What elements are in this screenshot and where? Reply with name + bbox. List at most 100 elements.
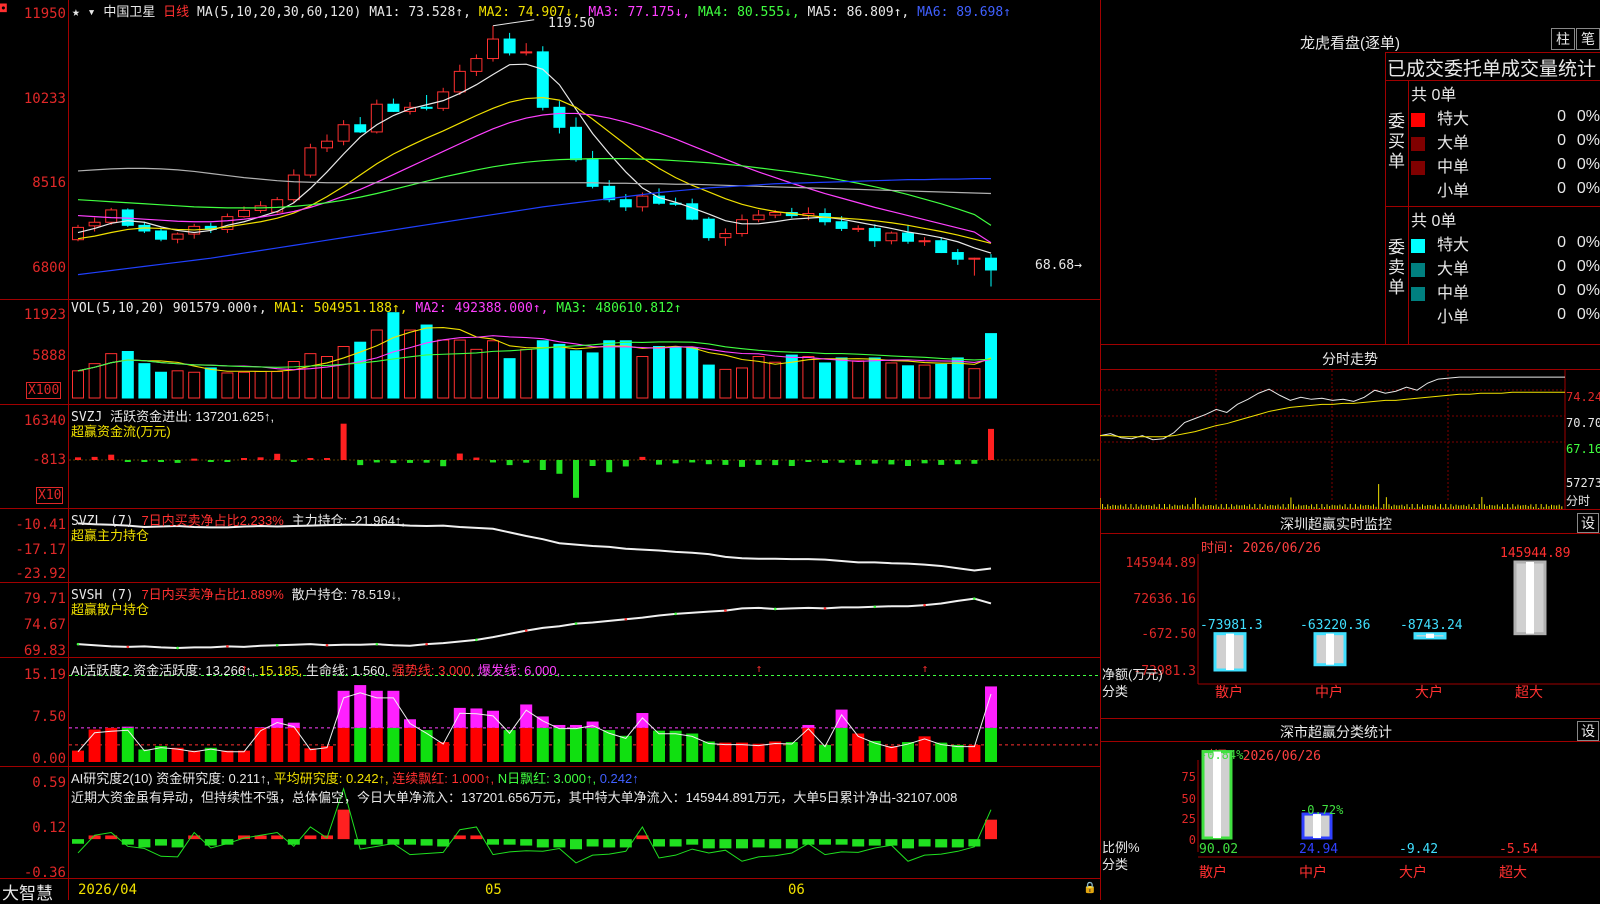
flow-bar: [357, 460, 364, 466]
monitor-chart-svg[interactable]: 145944.8972636.16-672.50-73981.3-73981.3…: [1100, 534, 1600, 718]
sanhu-dot: [226, 645, 229, 648]
period-label[interactable]: 日线: [163, 4, 189, 19]
candle-body: [968, 257, 981, 260]
flow-unit-badge[interactable]: X10: [36, 487, 64, 504]
intraday-chart-svg[interactable]: [1100, 370, 1600, 509]
dropdown-icon[interactable]: ▾: [88, 5, 96, 20]
candle-body: [553, 106, 566, 128]
sell-row-count: 0: [1557, 306, 1566, 323]
volume-bar: [238, 371, 250, 399]
flow-bar: [407, 460, 413, 463]
monitor-settings-button[interactable]: 设: [1577, 513, 1599, 533]
candle-body: [155, 230, 167, 240]
research-label: AI研究度2(10): [71, 771, 153, 786]
active-label: AI活跃度2: [71, 663, 130, 678]
volume-bar: [337, 345, 350, 399]
flow-bar: [556, 460, 563, 474]
sell-row-pct: 0%: [1576, 282, 1600, 299]
volume-bar: [437, 339, 450, 399]
monitor-axis-label: 145944.89: [1126, 556, 1196, 571]
svzl-value: 主力持仓: -21.964↑,: [291, 513, 406, 528]
stock-name: 中国卫星: [103, 4, 156, 19]
volume-bar: [221, 372, 234, 399]
stat-axis-label: 25: [1182, 812, 1196, 826]
flow-bar: [921, 460, 928, 464]
active-bar: [221, 750, 234, 762]
volume-bar: [404, 329, 416, 399]
active-bar: [437, 742, 450, 762]
volume-bar: [619, 340, 632, 399]
active-arrow-icon: ↑: [756, 662, 763, 675]
monitor-bar-highlight: [1326, 633, 1334, 665]
active-bar: [752, 743, 765, 762]
volume-bar: [835, 357, 848, 399]
price-axis-label: 8516: [32, 175, 66, 191]
monitor-category-label: 散户: [1215, 684, 1243, 700]
monitor-bar-highlight: [1426, 633, 1434, 638]
active-bar: [138, 749, 151, 762]
active-bar: [536, 727, 549, 762]
stat-settings-button[interactable]: 设: [1577, 721, 1599, 741]
flow-bar: [822, 460, 828, 463]
research-bar: [370, 839, 383, 845]
buy-row: 大单 0 0%: [1411, 129, 1600, 153]
active-burst-bar: [470, 708, 483, 728]
active-bar: [354, 727, 367, 762]
candle-body: [902, 232, 914, 242]
flow-bar: [158, 460, 164, 462]
volume-bar: [752, 356, 765, 399]
buy-row-name: 中单: [1437, 159, 1470, 176]
sanhu-dot: [674, 612, 677, 616]
volume-bar: [968, 368, 981, 399]
svsh-subtitle: 超赢散户持仓: [71, 602, 150, 617]
active-bar: [271, 727, 284, 762]
volume-bar: [204, 367, 217, 399]
volume-bar: [121, 351, 134, 399]
active-bar: [669, 730, 682, 762]
vol-unit-badge[interactable]: X100: [26, 382, 62, 399]
monitor-axis-label: -672.50: [1141, 627, 1196, 642]
candle-body: [271, 199, 284, 213]
tick-mode-button[interactable]: 笔: [1576, 28, 1600, 50]
candle-body: [304, 147, 317, 176]
flow-bar: [954, 460, 961, 465]
flow-bar: [755, 460, 762, 465]
active-bar: [254, 727, 267, 762]
volume-bar: [370, 329, 383, 399]
zhuli-axis-label: -17.17: [15, 542, 66, 558]
buy-row-name: 大单: [1437, 135, 1470, 152]
candle-body: [951, 252, 964, 260]
candle-body: [420, 106, 433, 109]
flow-bar: [473, 457, 480, 460]
candle-body: [769, 212, 782, 216]
price-axis-label: 10233: [23, 91, 66, 107]
active-burst-bar: [387, 690, 400, 728]
volume-bar: [603, 340, 616, 399]
flow-bar: [722, 460, 729, 465]
flow-bar: [573, 460, 579, 498]
bar-mode-button[interactable]: 柱: [1551, 28, 1575, 50]
stat-axis-label: 0: [1189, 833, 1196, 847]
sell-orders-table: 共 0单 特大 0 0% 大单 0 0% 中单 0 0% 小单 0 0%: [1411, 207, 1600, 327]
star-icon[interactable]: ★: [72, 5, 80, 20]
research-bar: [155, 839, 167, 846]
sanhu-dot: [873, 605, 877, 609]
stats-tabs[interactable]: 已成交委托单成交量统计: [1387, 54, 1600, 81]
monitor-bar-highlight: [1526, 562, 1534, 634]
active-bar: [453, 727, 466, 762]
svsh-ratio: 7日内买卖净占比1.889%: [141, 587, 284, 602]
zhuli-axis-label: -23.92: [15, 566, 66, 582]
flow-bar: [224, 460, 231, 462]
main-chart-svg[interactable]: ↑ ↑ ↑: [69, 0, 1100, 900]
flow-bar: [490, 460, 496, 463]
monitor-axis-label: 72636.16: [1133, 592, 1196, 607]
sell-row-name: 大单: [1437, 261, 1470, 278]
flow-bar: [523, 460, 530, 463]
monitor-category-label: 大户: [1415, 684, 1443, 700]
research-v2: 平均研究度: 0.242↑,: [273, 771, 389, 786]
monitor-bar-highlight: [1226, 633, 1234, 670]
lock-icon[interactable]: 🔒: [1083, 881, 1097, 894]
volume-bar: [802, 356, 815, 399]
candle-body: [752, 214, 765, 221]
stat-chart-svg[interactable]: 75 50 25 090.02 散户 24.94 中户 -9.42 大户 -5.54 超大 -0.84…: [1100, 742, 1600, 900]
